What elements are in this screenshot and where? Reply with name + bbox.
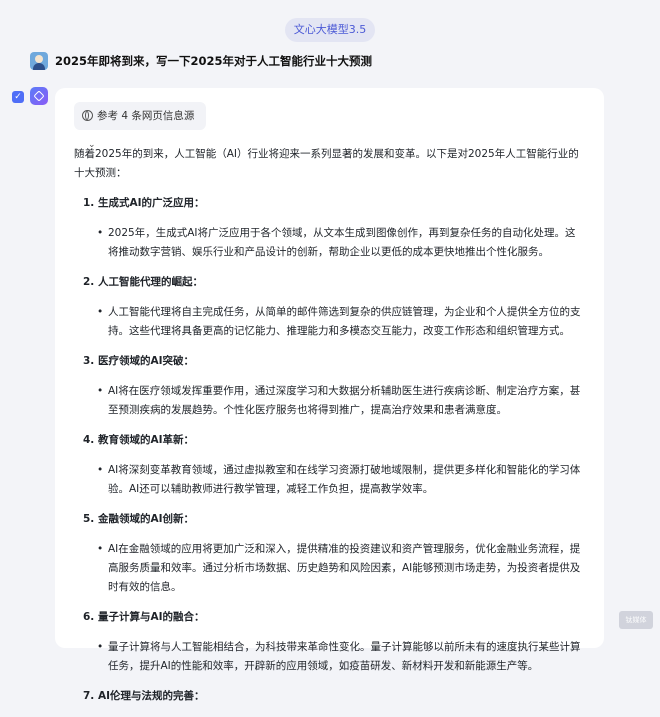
user-question: 2025年即将到来，写一下2025年对于人工智能行业十大预测: [55, 54, 373, 68]
reference-sources-button[interactable]: 参考 4 条网页信息源⌄: [74, 102, 206, 150]
section-5: 5. 金融领域的AI创新： • AI在金融领域的应用将更加广泛和深入，提供精准的投…: [74, 510, 584, 597]
section-title: 2. 人工智能代理的崛起：: [83, 276, 203, 288]
globe-icon: [82, 110, 93, 121]
section-4: 4. 教育领域的AI革新： • AI将深刻变革教育领域，通过虚拟教室和在线学习资源…: [74, 431, 584, 499]
answer-content: 随着2025年的到来，人工智能（AI）行业将迎来一系列显著的发展和变革。以下是对…: [74, 145, 584, 717]
section-bullet: • 2025年，生成式AI将广泛应用于各个领域，从文本生成到图像创作，再到复杂任务…: [97, 227, 576, 258]
assistant-logo-icon: [30, 87, 48, 105]
section-6: 6. 量子计算与AI的融合： • 量子计算将与人工智能相结合，为科技带来革命性变化…: [74, 608, 584, 676]
answer-card: 参考 4 条网页信息源⌄ 随着2025年的到来，人工智能（AI）行业将迎来一系列…: [55, 88, 604, 702]
section-title: 5. 金融领域的AI创新：: [83, 513, 194, 525]
section-title: 4. 教育领域的AI革新：: [83, 434, 194, 446]
section-title: 1. 生成式AI的广泛应用：: [83, 197, 205, 209]
section-title: 7. AI伦理与法规的完善：: [83, 690, 205, 702]
section-bullet: • 人工智能代理将自主完成任务，从简单的邮件筛选到复杂的供应链管理，为企业和个人提…: [97, 306, 581, 337]
section-bullet: • 量子计算将与人工智能相结合，为科技带来革命性变化。量子计算能够以前所未有的速度…: [97, 641, 581, 672]
section-3: 3. 医疗领域的AI突破： • AI将在医疗领域发挥重要作用，通过深度学习和大数据…: [74, 352, 584, 420]
select-checkbox[interactable]: ✓: [12, 91, 24, 103]
section-2: 2. 人工智能代理的崛起： • 人工智能代理将自主完成任务，从简单的邮件筛选到复杂…: [74, 273, 584, 341]
section-bullet: • AI将深刻变革教育领域，通过虚拟教室和在线学习资源打破地域限制，提供更多样化和…: [97, 464, 581, 495]
reference-sources-label: 参考 4 条网页信息源: [97, 110, 195, 122]
user-avatar: [30, 52, 48, 70]
section-bullet: • AI将在医疗领域发挥重要作用，通过深度学习和大数据分析辅助医生进行疾病诊断、制…: [97, 385, 581, 416]
watermark-logo: 钛媒体: [619, 611, 653, 629]
section-bullet: • AI在金融领域的应用将更加广泛和深入，提供精准的投资建议和资产管理服务，优化金…: [97, 543, 581, 593]
section-7: 7. AI伦理与法规的完善：: [74, 687, 584, 706]
answer-intro: 随着2025年的到来，人工智能（AI）行业将迎来一系列显著的发展和变革。以下是对…: [74, 148, 579, 179]
model-label: 文心大模型3.5: [285, 18, 375, 42]
section-title: 6. 量子计算与AI的融合：: [83, 611, 205, 623]
section-title: 3. 医疗领域的AI突破：: [83, 355, 194, 367]
section-1: 1. 生成式AI的广泛应用： • 2025年，生成式AI将广泛应用于各个领域，从文…: [74, 194, 584, 262]
